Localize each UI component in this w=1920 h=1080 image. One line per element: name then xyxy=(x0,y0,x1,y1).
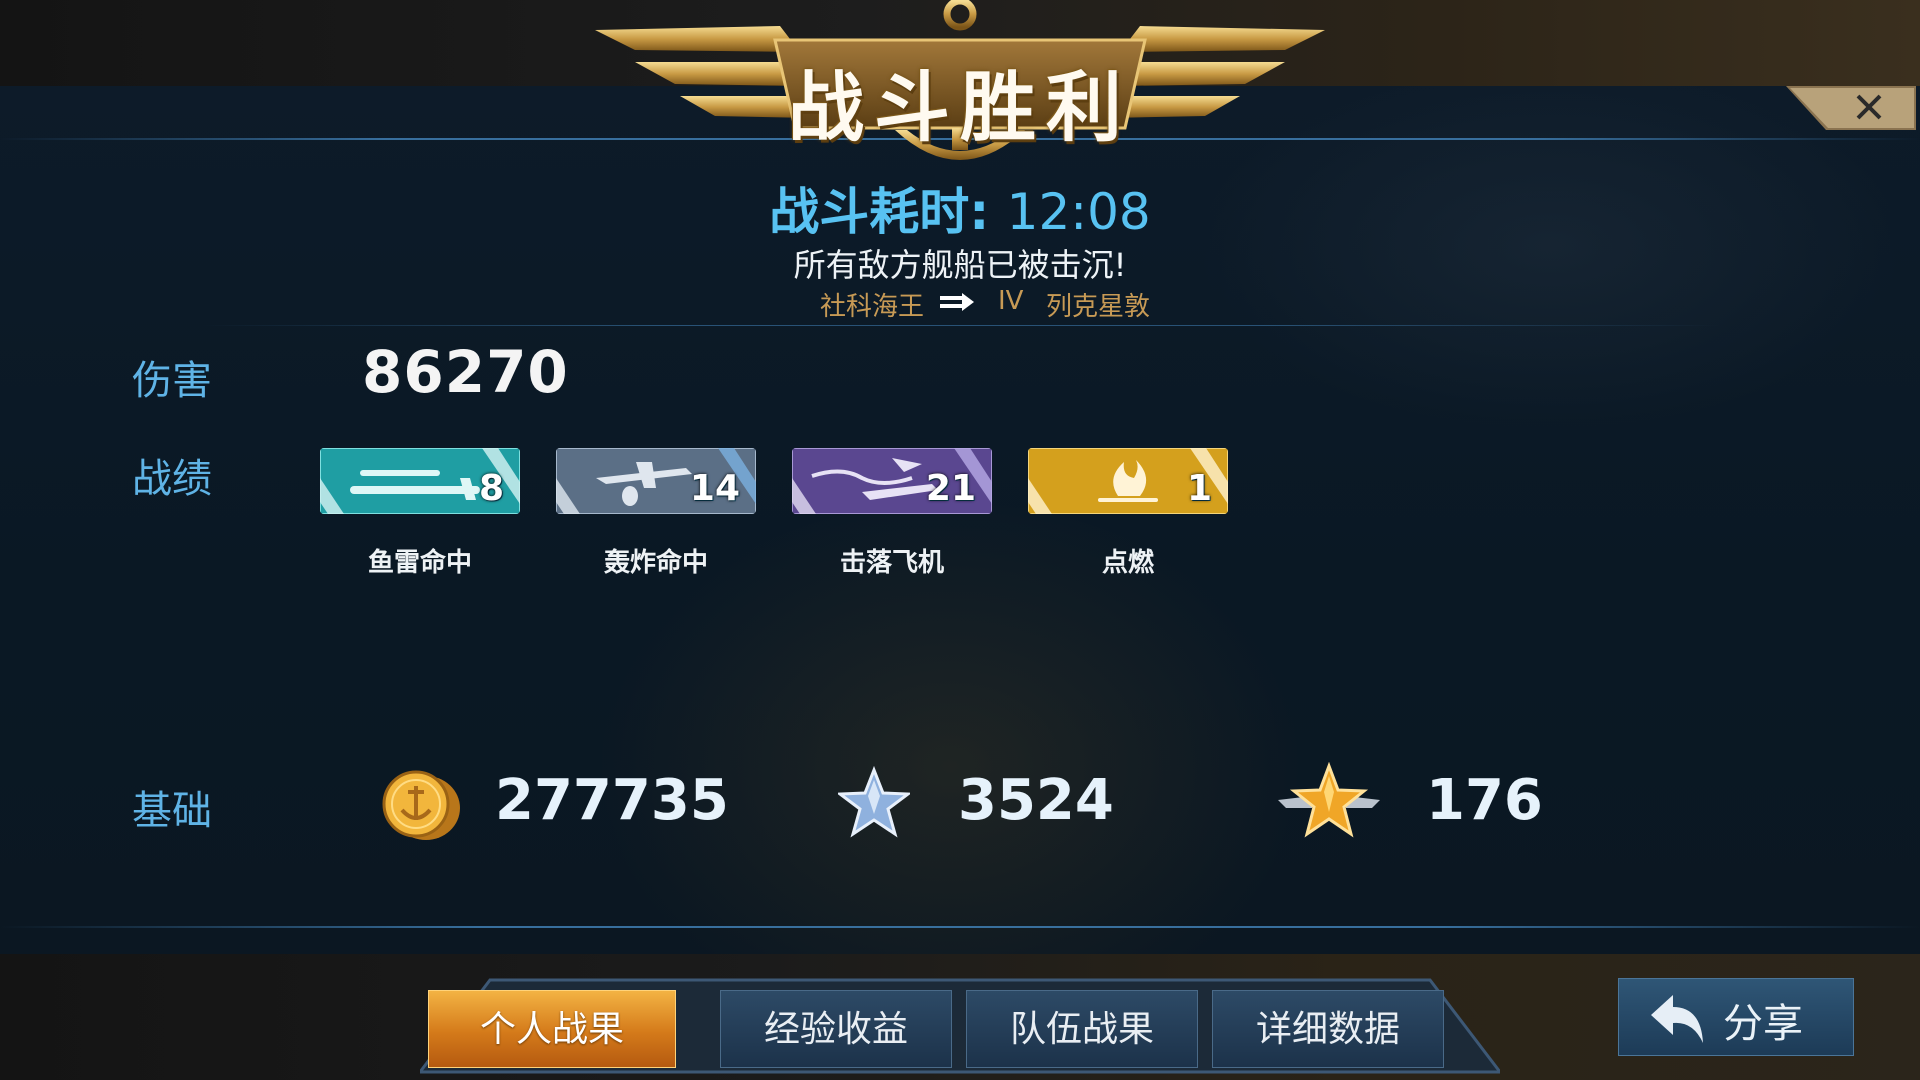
tab-exp-gain[interactable]: 经验收益 xyxy=(720,990,952,1068)
duration-label: 战斗耗时: xyxy=(769,183,990,241)
record-label: 战绩 xyxy=(132,456,212,502)
torpedo-hits-count: 8 xyxy=(478,468,504,509)
exp-value: 3524 xyxy=(958,768,1114,833)
victory-emblem: 战斗胜利 xyxy=(595,0,1325,180)
share-button[interactable]: 分享 xyxy=(1618,978,1854,1056)
ignite-label: 点燃 xyxy=(1101,548,1154,578)
badge-planes-shot-down: 21 xyxy=(792,448,992,514)
ship-upgrade-line: 社科海王 IV 列克星敦 xyxy=(800,286,1180,322)
planes-shot-down-count: 21 xyxy=(925,468,976,509)
bomb-hits-label: 轰炸命中 xyxy=(603,548,708,578)
badge-torpedo-hits: 8 xyxy=(320,448,520,514)
tab-team-result[interactable]: 队伍战果 xyxy=(966,990,1198,1068)
arrow-right-icon xyxy=(940,290,976,321)
tab-personal-result[interactable]: 个人战果 xyxy=(428,990,676,1068)
tab-bar: 个人战果 经验收益 队伍战果 详细数据 xyxy=(420,976,1500,1076)
torpedo-hits-label: 鱼雷命中 xyxy=(367,548,472,578)
merit-value: 176 xyxy=(1426,768,1543,833)
battle-duration: 战斗耗时: 12:08 xyxy=(760,172,1160,244)
tab-detail-data[interactable]: 详细数据 xyxy=(1212,990,1444,1068)
ship-from: 社科海王 xyxy=(820,292,925,322)
duration-value: 12:08 xyxy=(1006,183,1151,241)
damage-value: 86270 xyxy=(362,338,569,406)
ship-to: 列克星敦 xyxy=(1046,292,1151,322)
planes-shot-down-label: 击落飞机 xyxy=(839,548,944,578)
ignite-count: 1 xyxy=(1186,468,1212,509)
share-label: 分享 xyxy=(1723,1001,1803,1047)
gold-coin-icon xyxy=(378,768,462,846)
damage-label: 伤害 xyxy=(132,358,212,404)
winged-gold-star-icon xyxy=(1276,761,1382,846)
panel-bottom-divider xyxy=(0,926,1920,928)
silver-star-icon xyxy=(835,765,913,842)
result-subtitle: 所有敌方舰船已被击沉! xyxy=(793,246,1127,284)
share-arrow-icon xyxy=(1651,995,1703,1043)
ship-tier: IV xyxy=(998,286,1024,316)
victory-title: 战斗胜利 xyxy=(788,63,1132,152)
header-divider xyxy=(200,325,1720,326)
bomb-hits-count: 14 xyxy=(689,468,740,509)
badge-ignite: 1 xyxy=(1028,448,1228,514)
close-button[interactable] xyxy=(1786,86,1916,130)
gold-value: 277735 xyxy=(495,768,729,833)
badge-bomb-hits: 14 xyxy=(556,448,756,514)
base-label: 基础 xyxy=(132,788,212,834)
